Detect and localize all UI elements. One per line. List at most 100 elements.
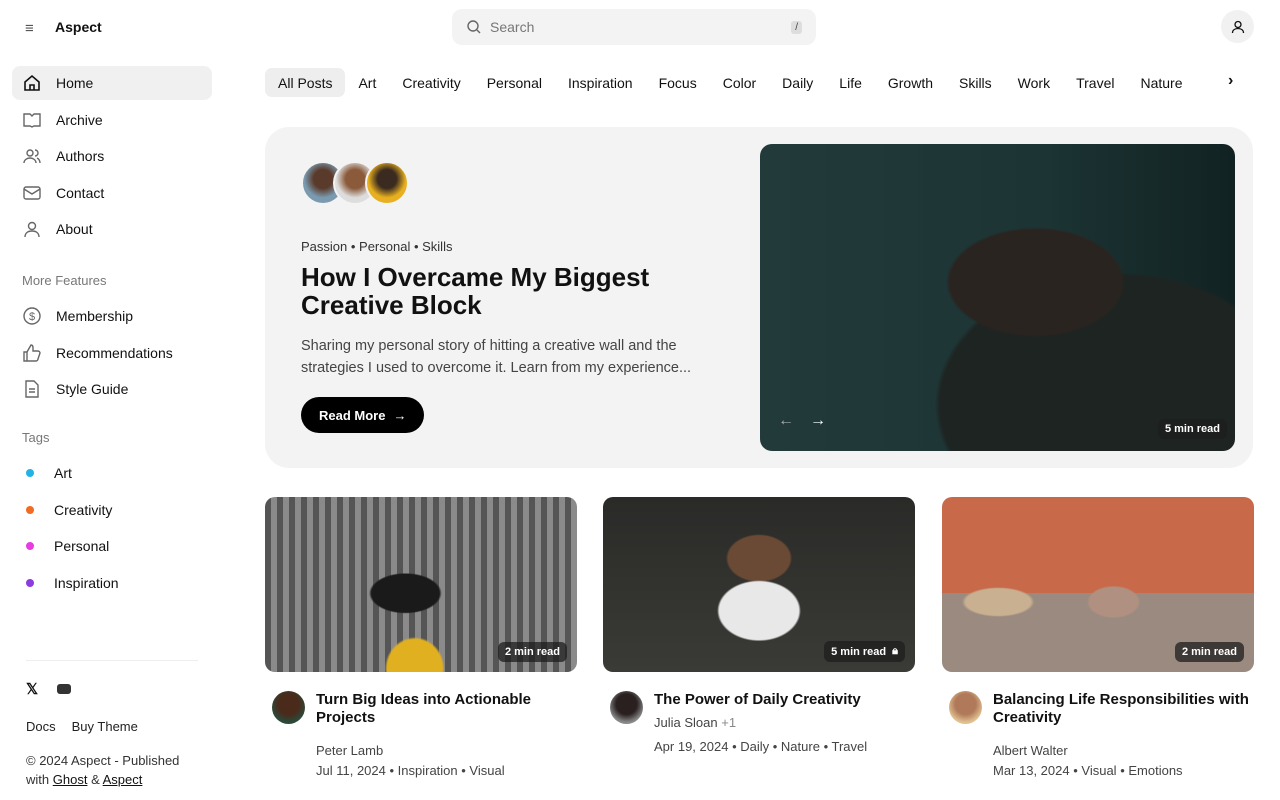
post-tag[interactable]: Travel xyxy=(832,739,868,754)
book-icon xyxy=(23,112,41,128)
copyright: © 2024 Aspect - Published with Ghost & A… xyxy=(26,753,180,787)
tab-focus[interactable]: Focus xyxy=(646,68,710,97)
sidebar-item-about[interactable]: About xyxy=(12,212,212,246)
account-button[interactable] xyxy=(1221,10,1254,43)
tab-creativity[interactable]: Creativity xyxy=(389,68,473,97)
post-image[interactable]: 2 min read xyxy=(942,497,1254,672)
sidebar-item-label: Personal xyxy=(54,538,110,555)
tags-heading: Tags xyxy=(22,430,50,445)
post-image[interactable]: 2 min read xyxy=(265,497,577,672)
post-author[interactable]: Julia Sloan +1 xyxy=(654,715,736,730)
prev-slide-icon[interactable]: ← xyxy=(778,412,794,430)
post-author[interactable]: Albert Walter xyxy=(993,743,1068,758)
buy-theme-link[interactable]: Buy Theme xyxy=(72,719,138,734)
tab-personal[interactable]: Personal xyxy=(474,68,555,97)
sidebar-tag-creativity[interactable]: Creativity xyxy=(12,493,212,527)
sidebar-item-label: About xyxy=(56,221,93,238)
tab-life[interactable]: Life xyxy=(826,68,875,97)
svg-text:$: $ xyxy=(29,311,35,323)
tab-color[interactable]: Color xyxy=(710,68,769,97)
sidebar-item-label: Archive xyxy=(56,111,103,128)
youtube-icon[interactable] xyxy=(57,684,71,694)
sidebar-item-style-guide[interactable]: Style Guide xyxy=(12,372,212,406)
hero-image[interactable]: ← → 5 min read xyxy=(760,144,1235,451)
post-title[interactable]: Turn Big Ideas into Actionable Projects xyxy=(316,691,576,727)
thumbs-up-icon xyxy=(23,343,41,362)
tag-tabs: All Posts Art Creativity Personal Inspiratio… xyxy=(265,68,1196,97)
sidebar-item-home[interactable]: Home xyxy=(12,66,212,100)
brand-logo[interactable]: Aspect xyxy=(55,19,102,35)
x-icon[interactable]: 𝕏 xyxy=(26,680,38,698)
post-author[interactable]: Peter Lamb xyxy=(316,743,383,758)
read-time-badge: 2 min read xyxy=(497,642,567,662)
post-meta: Mar 13, 2024 • Visual • Emotions xyxy=(993,763,1183,778)
read-more-button[interactable]: Read More → xyxy=(301,397,425,433)
sidebar-item-label: Membership xyxy=(56,308,134,324)
sidebar-item-label: Recommendations xyxy=(56,344,173,361)
read-time-badge: 5 min read xyxy=(1157,419,1227,439)
menu-icon[interactable]: ≡ xyxy=(25,20,37,37)
tab-skills[interactable]: Skills xyxy=(946,68,1005,97)
hero-title[interactable]: How I Overcame My Biggest Creative Block xyxy=(301,263,681,319)
sidebar-item-label: Contact xyxy=(56,184,105,201)
sidebar-item-label: Authors xyxy=(56,148,105,165)
lock-icon: 🔒︎ xyxy=(892,645,898,657)
author-avatar[interactable] xyxy=(949,691,982,724)
post-title[interactable]: Balancing Life Responsibilities with Cre… xyxy=(993,691,1253,727)
sidebar-item-membership[interactable]: $ Membership xyxy=(12,299,212,333)
sidebar-item-recommendations[interactable]: Recommendations xyxy=(12,336,212,370)
tab-growth[interactable]: Growth xyxy=(875,68,946,97)
search-input[interactable]: Search / xyxy=(452,9,816,45)
ghost-link[interactable]: Ghost xyxy=(53,772,88,787)
tab-nature[interactable]: Nature xyxy=(1127,68,1195,97)
post-tag[interactable]: Daily xyxy=(740,739,769,754)
post-date: Apr 19, 2024 xyxy=(654,739,729,754)
search-placeholder: Search xyxy=(490,19,535,35)
sidebar-tag-inspiration[interactable]: Inspiration xyxy=(12,566,212,600)
post-tag[interactable]: Inspiration xyxy=(398,763,458,778)
user-icon xyxy=(1231,20,1244,33)
divider xyxy=(26,660,198,661)
dollar-icon: $ xyxy=(23,307,41,325)
docs-link[interactable]: Docs xyxy=(26,719,56,734)
tabs-next-button[interactable]: › xyxy=(1228,72,1233,90)
tab-all-posts[interactable]: All Posts xyxy=(265,68,346,97)
arrow-right-icon: → xyxy=(393,407,407,423)
tag-color-dot xyxy=(26,578,34,587)
tab-work[interactable]: Work xyxy=(1005,68,1063,97)
read-time-badge: 2 min read xyxy=(1174,642,1244,662)
post-tag[interactable]: Visual xyxy=(1081,763,1116,778)
sidebar-item-label: Art xyxy=(54,465,72,481)
sidebar-item-contact[interactable]: Contact xyxy=(12,176,212,210)
tag-color-dot xyxy=(26,542,34,551)
sidebar-item-label: Inspiration xyxy=(54,574,119,591)
tag-color-dot xyxy=(26,505,34,514)
author-avatar[interactable] xyxy=(272,691,305,724)
author-avatars xyxy=(301,161,409,205)
sidebar-item-label: Home xyxy=(56,75,94,91)
post-image[interactable]: 5 min read 🔒︎ xyxy=(603,497,915,672)
post-date: Mar 13, 2024 xyxy=(993,763,1070,778)
post-card: 2 min read Balancing Life Responsibiliti… xyxy=(942,497,1254,787)
sidebar-item-label: Style Guide xyxy=(56,381,129,398)
tab-inspiration[interactable]: Inspiration xyxy=(555,68,646,97)
sidebar-tag-art[interactable]: Art xyxy=(12,456,212,490)
post-title[interactable]: The Power of Daily Creativity xyxy=(654,691,914,709)
post-tag[interactable]: Visual xyxy=(469,763,504,778)
tab-travel[interactable]: Travel xyxy=(1063,68,1127,97)
tab-daily[interactable]: Daily xyxy=(769,68,826,97)
sidebar-tag-personal[interactable]: Personal xyxy=(12,529,212,563)
post-tag[interactable]: Nature xyxy=(781,739,820,754)
tag-color-dot xyxy=(26,469,34,477)
sidebar-item-authors[interactable]: Authors xyxy=(12,139,212,173)
post-tag[interactable]: Emotions xyxy=(1128,763,1182,778)
post-date: Jul 11, 2024 xyxy=(316,763,386,778)
sidebar-item-archive[interactable]: Archive xyxy=(12,103,212,137)
aspect-link[interactable]: Aspect xyxy=(103,772,143,787)
document-icon xyxy=(25,380,39,398)
next-slide-icon[interactable]: → xyxy=(810,412,826,430)
tab-art[interactable]: Art xyxy=(345,68,389,97)
post-meta: Jul 11, 2024 • Inspiration • Visual xyxy=(316,763,505,778)
author-avatar[interactable] xyxy=(610,691,643,724)
hero-tags: Passion • Personal • Skills xyxy=(301,239,453,254)
